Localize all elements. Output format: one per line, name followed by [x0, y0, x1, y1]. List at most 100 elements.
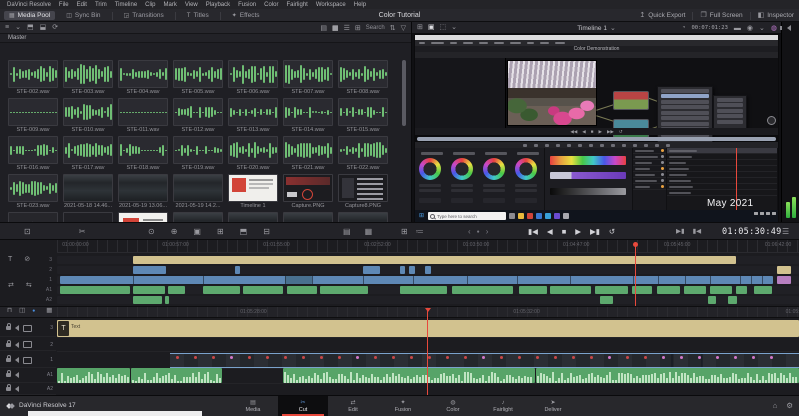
view-filmstrip-icon[interactable]: ▤	[320, 25, 327, 32]
reel-icon[interactable]: ▬	[734, 25, 741, 32]
overview-track[interactable]	[57, 266, 799, 274]
overview-track[interactable]	[57, 286, 799, 294]
snapping-magnet-icon[interactable]: ⊓	[7, 307, 12, 315]
settings-gear-icon[interactable]: ⚙	[786, 402, 793, 410]
overview-clip[interactable]	[203, 286, 241, 294]
clip-options-icon[interactable]: ⊞	[401, 228, 408, 236]
overview-clip[interactable]	[399, 286, 448, 294]
inspector-button[interactable]: ◧ Inspector	[758, 12, 794, 19]
detail-playhead[interactable]	[427, 310, 429, 395]
overview-track[interactable]	[57, 276, 799, 284]
overview-clip[interactable]	[168, 286, 186, 294]
chevron-down-icon[interactable]: ⌄	[759, 25, 765, 32]
overview-clip[interactable]	[709, 286, 733, 294]
track-header-3[interactable]: 3	[0, 320, 56, 337]
timeline-options-icon[interactable]: ☰	[782, 228, 789, 236]
overview-clip[interactable]	[132, 256, 736, 264]
overview-clip[interactable]	[287, 286, 317, 294]
mute-speaker-icon[interactable]	[8, 325, 19, 331]
overview-track[interactable]	[57, 256, 799, 264]
overview-clip[interactable]	[132, 266, 167, 274]
menu-item-davinci-resolve[interactable]: DaVinci Resolve	[7, 2, 51, 8]
marker-tool-icon[interactable]: ◫	[19, 307, 25, 315]
place-on-top-icon[interactable]: ⬒	[240, 228, 248, 236]
track-header-A1[interactable]: A1	[0, 368, 56, 383]
single-view-icon[interactable]: ▣	[428, 24, 435, 31]
import-media-icon[interactable]: ⬒	[27, 24, 34, 31]
tool-a-icon[interactable]: ⇄	[8, 282, 14, 289]
tab-transitions[interactable]: ◲ Transitions	[119, 11, 169, 20]
overview-clip[interactable]	[425, 266, 431, 274]
skip-start-icon[interactable]: ▮◀	[528, 228, 538, 236]
page-fairlight[interactable]: ♪ Fairlight	[478, 396, 528, 416]
menu-item-file[interactable]: File	[59, 2, 69, 8]
title-tool-icon[interactable]: T	[8, 256, 12, 263]
boring-detector-icon[interactable]: ⊘	[24, 256, 30, 263]
menu-item-workspace[interactable]: Workspace	[316, 2, 346, 8]
page-edit[interactable]: ⇄ Edit	[328, 396, 378, 416]
track-header-1[interactable]: 1	[0, 353, 56, 368]
tab-sync-bin[interactable]: ◫ Sync Bin	[61, 11, 105, 20]
overview-clip[interactable]	[707, 296, 716, 304]
multicam-view-icon[interactable]: ⊞	[417, 24, 423, 31]
overview-playhead[interactable]	[635, 246, 637, 306]
audio-clip[interactable]	[57, 368, 130, 383]
match-out-icon[interactable]: ▶▮	[676, 228, 685, 236]
page-media[interactable]: ▤ Media	[228, 396, 278, 416]
page-cut[interactable]: ✂ Cut	[278, 396, 328, 416]
view-thumbnail-icon[interactable]: ▦	[332, 25, 339, 32]
full-screen-button[interactable]: ❐ Full Screen	[700, 12, 742, 19]
loop-icon[interactable]: ↺	[609, 228, 615, 236]
quick-export-button[interactable]: ↥ Quick Export	[639, 12, 685, 19]
chevron-down-icon[interactable]: ⌄	[451, 24, 457, 31]
overview-playhead-pin[interactable]	[633, 242, 639, 247]
detail-playhead-pin[interactable]	[424, 308, 431, 312]
audio-clip[interactable]	[536, 368, 799, 383]
sync-icon[interactable]: ⟳	[52, 24, 58, 31]
overview-clip[interactable]	[683, 286, 707, 294]
view-list-icon[interactable]: ☰	[344, 25, 350, 32]
razor-icon[interactable]: ✂	[79, 228, 86, 236]
overview-clip[interactable]	[132, 286, 166, 294]
menu-item-color[interactable]: Color	[264, 2, 278, 8]
append-icon[interactable]: ⊕	[171, 228, 178, 236]
play-icon[interactable]: ▶	[575, 228, 581, 236]
page-fusion[interactable]: ✦ Fusion	[378, 396, 428, 416]
audio-clip[interactable]	[283, 368, 535, 383]
menu-item-clip[interactable]: Clip	[145, 2, 155, 8]
bin-breadcrumb[interactable]: Master	[0, 34, 411, 43]
jog-right-icon[interactable]: ›	[486, 228, 489, 236]
overview-clip[interactable]	[284, 276, 313, 284]
audio-clip[interactable]	[131, 368, 222, 383]
tab-media-pool[interactable]: ▦ Media Pool	[4, 11, 56, 20]
overview-clip[interactable]	[600, 296, 613, 304]
sort-icon[interactable]: ⇅	[390, 25, 396, 32]
overview-clip[interactable]	[59, 286, 130, 294]
overview-clip[interactable]	[776, 276, 791, 284]
tools-icon[interactable]: ⊡	[24, 228, 31, 236]
timeline-ruler-overview[interactable]: 01:00:00:00 01:00:57:00 01:01:55:00 01:02:5…	[57, 240, 799, 253]
overview-clip[interactable]	[550, 286, 592, 294]
menu-item-fairlight[interactable]: Fairlight	[286, 2, 307, 8]
filter-icon[interactable]: ▽	[401, 25, 406, 32]
menu-item-mark[interactable]: Mark	[164, 2, 177, 8]
skip-end-icon[interactable]: ▶▮	[590, 228, 600, 236]
menu-item-timeline[interactable]: Timeline	[115, 2, 137, 8]
overview-clip[interactable]	[132, 296, 163, 304]
menu-item-trim[interactable]: Trim	[95, 2, 107, 8]
menu-item-view[interactable]: View	[185, 2, 198, 8]
track-header-2[interactable]: 2	[0, 339, 56, 351]
mute-speaker-icon[interactable]	[8, 341, 19, 348]
link-indicator-icon[interactable]: ●	[32, 308, 35, 314]
match-in-icon[interactable]: ▮◀	[693, 228, 702, 236]
menu-item-fusion[interactable]: Fusion	[238, 2, 256, 8]
mute-speaker-icon[interactable]	[8, 357, 19, 363]
tab-titles[interactable]: T Titles	[182, 11, 214, 20]
close-up-icon[interactable]: ⊞	[217, 228, 224, 236]
stop-icon[interactable]: ■	[562, 228, 567, 236]
overview-clip[interactable]	[243, 286, 284, 294]
page-deliver[interactable]: ➤ Deliver	[528, 396, 578, 416]
viewer-video-frame[interactable]: Color Demonstration ◀◀ ◀ ■ ▶ ▶▶ ↺ May 20…	[414, 34, 779, 222]
overview-clip[interactable]	[235, 266, 240, 274]
mixer-icon[interactable]: ≔	[416, 228, 424, 236]
